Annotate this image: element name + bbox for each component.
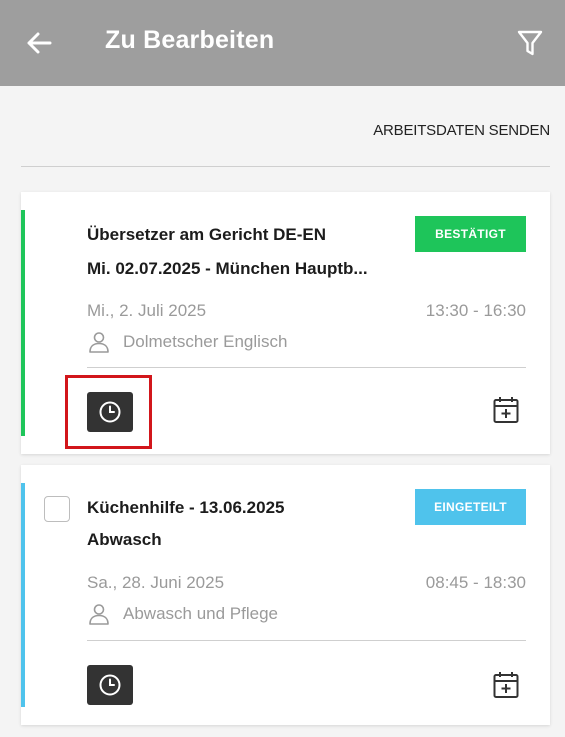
clock-icon bbox=[99, 401, 121, 423]
send-work-data-button[interactable]: ARBEITSDATEN SENDEN bbox=[373, 122, 550, 139]
person-icon bbox=[89, 332, 109, 353]
assignment-time: 08:45 - 18:30 bbox=[425, 573, 526, 592]
assignment-role: Dolmetscher Englisch bbox=[123, 332, 288, 351]
person-icon bbox=[89, 604, 109, 625]
calendar-add-icon[interactable] bbox=[492, 670, 520, 700]
page-title: Zu Bearbeiten bbox=[105, 26, 275, 54]
status-stripe bbox=[21, 210, 25, 436]
select-checkbox[interactable] bbox=[44, 496, 70, 522]
time-tracking-button[interactable] bbox=[87, 665, 133, 705]
divider bbox=[21, 166, 550, 167]
calendar-add-icon[interactable] bbox=[492, 395, 520, 425]
assignment-card[interactable]: Übersetzer am Gericht DE-EN Mi. 02.07.20… bbox=[21, 192, 550, 454]
divider bbox=[87, 367, 526, 368]
assignment-date: Mi., 2. Juli 2025 bbox=[87, 301, 207, 320]
clock-icon bbox=[99, 674, 121, 696]
divider bbox=[87, 640, 526, 641]
filter-icon[interactable] bbox=[517, 28, 543, 58]
status-badge: BESTÄTIGT bbox=[415, 216, 526, 252]
assignment-time: 13:30 - 16:30 bbox=[425, 301, 526, 320]
time-tracking-button[interactable] bbox=[87, 392, 133, 432]
assignment-title: Übersetzer am Gericht DE-EN bbox=[87, 225, 327, 244]
assignment-date: Sa., 28. Juni 2025 bbox=[87, 573, 225, 592]
status-stripe bbox=[21, 483, 25, 707]
assignment-subtitle: Abwasch bbox=[87, 530, 162, 549]
status-badge: EINGETEILT bbox=[415, 489, 526, 525]
assignment-title: Küchenhilfe - 13.06.2025 bbox=[87, 498, 285, 517]
arrow-left-icon[interactable] bbox=[24, 28, 54, 58]
app-bar: Zu Bearbeiten bbox=[0, 0, 565, 86]
assignment-card[interactable]: Küchenhilfe - 13.06.2025 Abwasch EINGETE… bbox=[21, 465, 550, 725]
assignment-role: Abwasch und Pflege bbox=[123, 604, 278, 623]
assignment-subtitle: Mi. 02.07.2025 - München Hauptb... bbox=[87, 259, 368, 278]
